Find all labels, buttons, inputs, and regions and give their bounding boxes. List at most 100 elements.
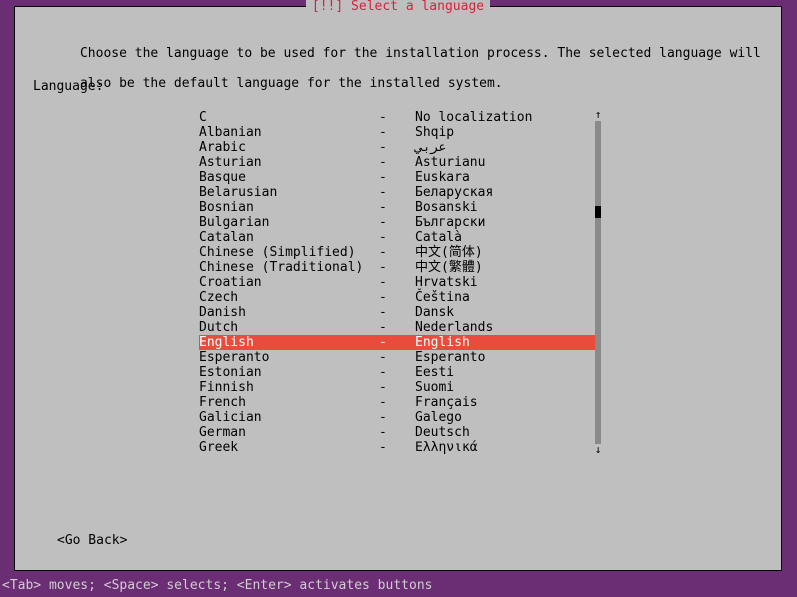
instructions-line1: Choose the language to be used for the i… xyxy=(80,46,761,61)
language-name: Esperanto xyxy=(199,350,379,365)
language-option[interactable]: French- Français xyxy=(199,395,599,410)
scrollbar[interactable]: ↑ ↓ xyxy=(595,110,601,455)
language-localized: Asturianu xyxy=(415,155,599,170)
language-name: French xyxy=(199,395,379,410)
language-localized: Français xyxy=(415,395,599,410)
language-localized: Suomi xyxy=(415,380,599,395)
instructions-line2: also be the default language for the ins… xyxy=(80,76,503,91)
language-name: German xyxy=(199,425,379,440)
language-localized: Čeština xyxy=(415,290,599,305)
language-option[interactable]: Belarusian- Беларуская xyxy=(199,185,599,200)
language-option[interactable]: Estonian- Eesti xyxy=(199,365,599,380)
language-option[interactable]: Basque- Euskara xyxy=(199,170,599,185)
language-localized: Euskara xyxy=(415,170,599,185)
language-name: English xyxy=(199,335,379,350)
language-localized: Dansk xyxy=(415,305,599,320)
language-option[interactable]: Arabic- عربي xyxy=(199,140,599,155)
language-prompt: Language: xyxy=(33,79,103,94)
separator: - xyxy=(379,185,415,200)
separator: - xyxy=(379,380,415,395)
separator: - xyxy=(379,440,415,455)
language-localized: Nederlands xyxy=(415,320,599,335)
language-option[interactable]: Dutch- Nederlands xyxy=(199,320,599,335)
scroll-thumb[interactable] xyxy=(595,206,601,218)
language-name: Arabic xyxy=(199,140,379,155)
separator: - xyxy=(379,230,415,245)
language-name: Asturian xyxy=(199,155,379,170)
language-option[interactable]: Galician- Galego xyxy=(199,410,599,425)
language-name: Chinese (Traditional) xyxy=(199,260,379,275)
language-dialog: [!!] Select a language Choose the langua… xyxy=(14,6,782,571)
scroll-down-icon[interactable]: ↓ xyxy=(591,444,605,456)
language-localized: Esperanto xyxy=(415,350,599,365)
separator: - xyxy=(379,140,415,155)
language-localized: Galego xyxy=(415,410,599,425)
language-name: Basque xyxy=(199,170,379,185)
language-localized: Беларуская xyxy=(415,185,599,200)
language-option[interactable]: Danish- Dansk xyxy=(199,305,599,320)
language-localized: 中文(繁體) xyxy=(415,260,599,275)
language-name: Belarusian xyxy=(199,185,379,200)
separator: - xyxy=(379,125,415,140)
language-option[interactable]: Greek- Ελληνικά xyxy=(199,440,599,455)
language-name: Galician xyxy=(199,410,379,425)
go-back-button[interactable]: <Go Back> xyxy=(57,533,127,548)
language-option[interactable]: Chinese (Traditional)- 中文(繁體) xyxy=(199,260,599,275)
language-name: C xyxy=(199,110,379,125)
language-localized: Ελληνικά xyxy=(415,440,599,455)
language-list[interactable]: C- No localizationAlbanian- ShqipArabic-… xyxy=(199,110,599,455)
language-localized: Bosanski xyxy=(415,200,599,215)
language-name: Greek xyxy=(199,440,379,455)
separator: - xyxy=(379,260,415,275)
separator: - xyxy=(379,215,415,230)
language-option[interactable]: Chinese (Simplified)- 中文(简体) xyxy=(199,245,599,260)
separator: - xyxy=(379,110,415,125)
language-option[interactable]: C- No localization xyxy=(199,110,599,125)
language-localized: Deutsch xyxy=(415,425,599,440)
language-name: Croatian xyxy=(199,275,379,290)
language-option[interactable]: Czech- Čeština xyxy=(199,290,599,305)
language-option[interactable]: German- Deutsch xyxy=(199,425,599,440)
language-name: Catalan xyxy=(199,230,379,245)
language-name: Chinese (Simplified) xyxy=(199,245,379,260)
dialog-title-wrap: [!!] Select a language xyxy=(15,0,781,14)
language-option[interactable]: Asturian- Asturianu xyxy=(199,155,599,170)
language-localized: عربي xyxy=(415,140,599,155)
separator: - xyxy=(379,170,415,185)
separator: - xyxy=(379,365,415,380)
language-name: Bulgarian xyxy=(199,215,379,230)
separator: - xyxy=(379,245,415,260)
screen-root: [!!] Select a language Choose the langua… xyxy=(0,0,797,597)
hint-bar: <Tab> moves; <Space> selects; <Enter> ac… xyxy=(0,578,797,593)
language-localized: Shqip xyxy=(415,125,599,140)
separator: - xyxy=(379,320,415,335)
separator: - xyxy=(379,290,415,305)
language-option[interactable]: English- English xyxy=(199,335,599,350)
language-name: Albanian xyxy=(199,125,379,140)
scroll-up-icon[interactable]: ↑ xyxy=(591,109,605,121)
separator: - xyxy=(379,395,415,410)
separator: - xyxy=(379,155,415,170)
language-option[interactable]: Albanian- Shqip xyxy=(199,125,599,140)
dialog-instructions: Choose the language to be used for the i… xyxy=(33,31,765,106)
separator: - xyxy=(379,305,415,320)
language-localized: 中文(简体) xyxy=(415,245,599,260)
separator: - xyxy=(379,425,415,440)
language-name: Czech xyxy=(199,290,379,305)
language-option[interactable]: Finnish- Suomi xyxy=(199,380,599,395)
language-name: Bosnian xyxy=(199,200,379,215)
language-option[interactable]: Croatian- Hrvatski xyxy=(199,275,599,290)
language-option[interactable]: Catalan- Català xyxy=(199,230,599,245)
language-option[interactable]: Bulgarian- Български xyxy=(199,215,599,230)
language-localized: English xyxy=(415,335,599,350)
language-option[interactable]: Esperanto- Esperanto xyxy=(199,350,599,365)
dialog-title: [!!] Select a language xyxy=(306,0,490,14)
language-localized: Български xyxy=(415,215,599,230)
language-option[interactable]: Bosnian- Bosanski xyxy=(199,200,599,215)
language-localized: Català xyxy=(415,230,599,245)
language-name: Estonian xyxy=(199,365,379,380)
language-name: Finnish xyxy=(199,380,379,395)
separator: - xyxy=(379,200,415,215)
separator: - xyxy=(379,335,415,350)
language-localized: Eesti xyxy=(415,365,599,380)
